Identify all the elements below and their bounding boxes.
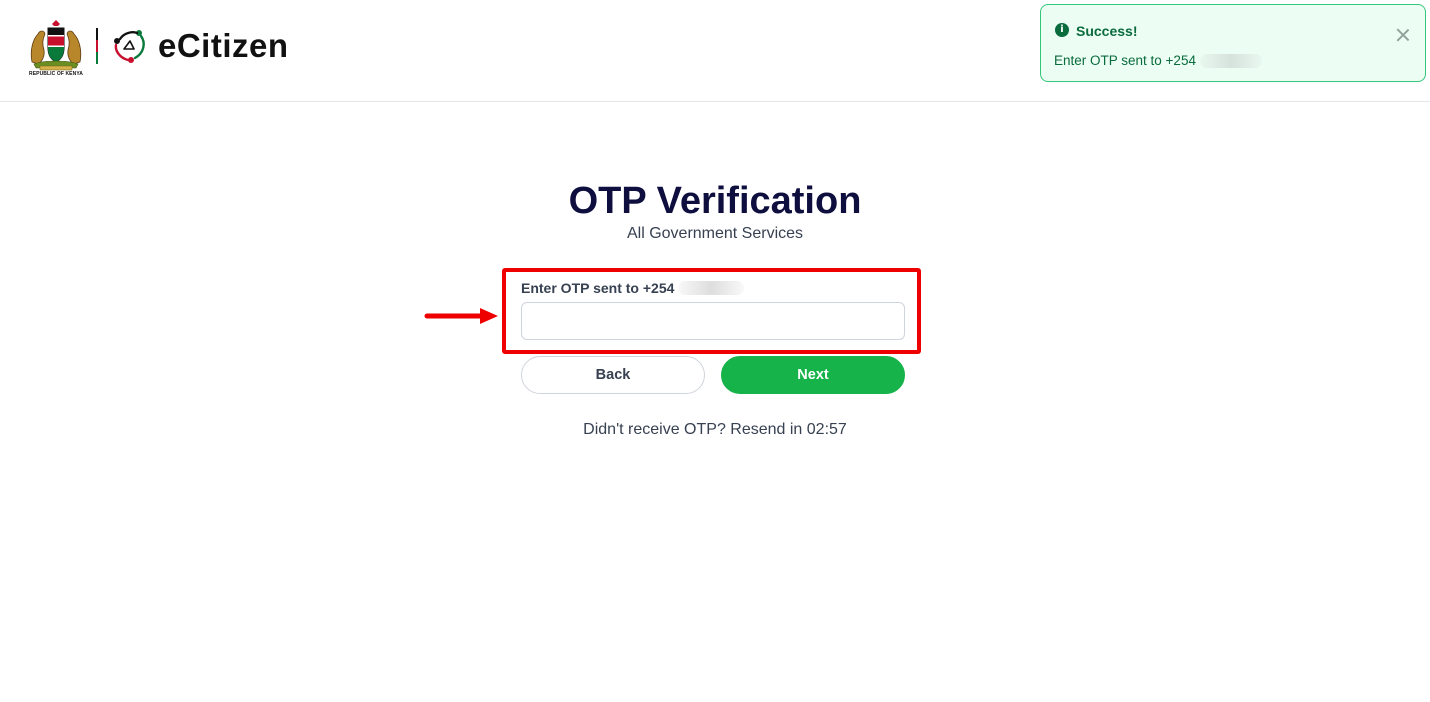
brand-logo[interactable]: REPUBLIC OF KENYA eCitizen <box>28 18 289 80</box>
page-title: OTP Verification <box>568 180 862 222</box>
toast-message: Enter OTP sent to +254 <box>1054 53 1196 68</box>
arrow-right-icon <box>424 308 498 324</box>
toast-title: Success! <box>1076 23 1138 39</box>
page-subtitle: All Government Services <box>626 225 804 242</box>
next-button[interactable]: Next <box>721 356 905 394</box>
annotation-highlight-box <box>502 268 921 354</box>
back-button[interactable]: Back <box>521 356 705 394</box>
close-icon[interactable] <box>1395 27 1411 43</box>
info-icon: i <box>1055 23 1069 37</box>
brand-divider <box>96 28 98 64</box>
ecitizen-logo-text: eCitizen <box>158 27 289 64</box>
toast-message-row: Enter OTP sent to +254 <box>1054 53 1262 68</box>
coat-caption: REPUBLIC OF KENYA <box>28 71 84 77</box>
resend-otp-text: Didn't receive OTP? Resend in 02:57 <box>583 421 847 438</box>
ecitizen-logo-icon <box>110 27 148 65</box>
success-toast: i Success! Enter OTP sent to +254 <box>1040 4 1426 82</box>
redacted-phone-number <box>1199 53 1262 68</box>
coat-of-arms-icon: REPUBLIC OF KENYA <box>28 18 84 80</box>
